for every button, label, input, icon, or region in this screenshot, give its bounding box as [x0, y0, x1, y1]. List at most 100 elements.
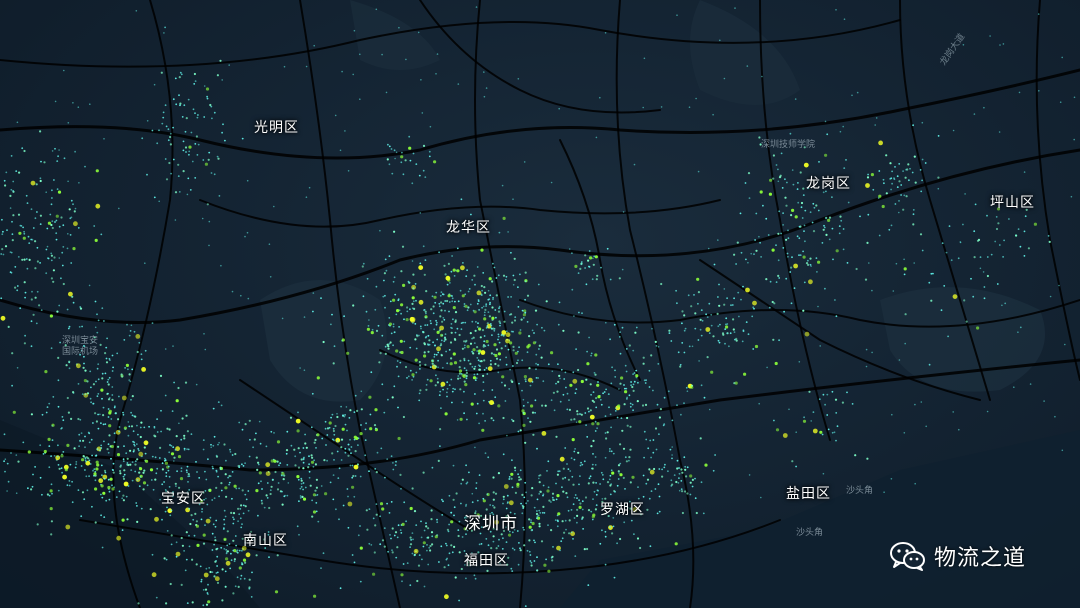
- density-point: [937, 135, 940, 137]
- density-point: [742, 330, 745, 333]
- density-point: [181, 544, 184, 547]
- density-point: [566, 463, 568, 465]
- density-point: [207, 600, 211, 604]
- density-point: [562, 467, 565, 470]
- density-point: [126, 518, 129, 521]
- district-label-futian[interactable]: 福田区: [464, 550, 509, 570]
- poi-label-shatoujiao-1[interactable]: 沙头角: [846, 486, 873, 497]
- density-point: [395, 151, 398, 154]
- density-point: [78, 182, 80, 184]
- density-point: [63, 157, 66, 160]
- density-point: [896, 175, 899, 178]
- density-point: [283, 65, 286, 68]
- density-point: [242, 558, 247, 562]
- density-point: [252, 446, 255, 449]
- density-point: [703, 396, 706, 399]
- density-point: [78, 326, 81, 328]
- density-point: [535, 512, 539, 516]
- density-point: [539, 512, 542, 514]
- density-point: [885, 192, 888, 195]
- district-label-nanshan[interactable]: 南山区: [243, 530, 288, 550]
- density-point: [586, 436, 589, 438]
- density-point: [689, 474, 693, 478]
- density-point: [819, 345, 821, 347]
- density-point: [579, 413, 581, 415]
- density-point: [293, 448, 296, 451]
- district-label-longgang[interactable]: 龙岗区: [806, 173, 851, 193]
- density-point: [388, 255, 391, 257]
- density-point: [409, 346, 412, 349]
- density-point: [95, 169, 99, 173]
- density-point: [614, 376, 617, 378]
- density-point: [658, 468, 661, 470]
- density-point: [16, 289, 19, 292]
- density-point: [148, 425, 151, 428]
- district-label-yantian[interactable]: 盐田区: [786, 483, 831, 503]
- density-point: [821, 242, 824, 244]
- density-point: [564, 447, 567, 449]
- density-point: [392, 325, 395, 328]
- density-point: [483, 286, 486, 289]
- density-point: [101, 546, 104, 549]
- density-point: [782, 433, 788, 438]
- density-point: [296, 475, 300, 479]
- density-point: [611, 471, 615, 475]
- city-label-shenzhen[interactable]: 深圳市: [464, 509, 518, 534]
- map-layer: [0, 0, 1080, 608]
- density-point: [533, 506, 536, 509]
- density-point: [422, 330, 424, 333]
- density-point: [471, 501, 474, 504]
- density-point: [56, 455, 59, 458]
- density-point: [116, 535, 122, 541]
- density-point: [419, 364, 422, 367]
- density-point: [748, 197, 751, 200]
- density-point: [609, 526, 611, 528]
- density-point: [156, 142, 159, 145]
- density-point: [803, 416, 805, 419]
- district-label-guangming[interactable]: 光明区: [254, 117, 299, 137]
- density-point: [2, 253, 5, 256]
- density-point: [1013, 386, 1015, 389]
- district-label-pingshan[interactable]: 坪山区: [990, 192, 1035, 212]
- density-point: [994, 240, 997, 243]
- density-point: [440, 309, 443, 312]
- density-point: [97, 363, 100, 366]
- poi-label-airport[interactable]: 深圳宝安 国际机场: [62, 336, 98, 358]
- density-point: [426, 536, 428, 539]
- density-point: [53, 179, 55, 181]
- district-label-longhua[interactable]: 龙华区: [446, 217, 491, 237]
- density-point: [39, 130, 42, 133]
- density-point: [619, 331, 621, 333]
- density-point: [322, 552, 325, 555]
- district-label-luohu[interactable]: 罗湖区: [600, 499, 645, 519]
- density-point: [790, 214, 793, 217]
- density-point: [349, 438, 351, 441]
- density-point: [664, 463, 666, 466]
- density-point: [268, 243, 271, 245]
- poi-label-tech-college[interactable]: 深圳技师学院: [761, 140, 815, 151]
- density-point: [308, 186, 311, 189]
- density-point: [403, 340, 406, 343]
- density-point: [393, 149, 396, 152]
- density-point: [384, 352, 387, 355]
- density-point: [433, 353, 436, 356]
- density-point: [402, 415, 405, 419]
- density-point: [802, 309, 805, 312]
- density-point: [50, 277, 54, 280]
- density-point: [597, 395, 601, 399]
- map-canvas[interactable]: 光明区 龙华区 龙岗区 坪山区 宝安区 南山区 福田区 罗湖区 盐田区 深圳市 …: [0, 0, 1080, 608]
- density-point: [107, 443, 110, 446]
- density-point: [406, 310, 409, 313]
- poi-label-shatoujiao-2[interactable]: 沙头角: [796, 528, 823, 539]
- density-point: [676, 467, 679, 470]
- density-point: [221, 599, 224, 602]
- density-point: [93, 472, 97, 476]
- density-point: [450, 511, 453, 514]
- density-point: [49, 489, 53, 493]
- density-point: [384, 294, 386, 297]
- density-point: [621, 429, 624, 432]
- district-label-baoan[interactable]: 宝安区: [161, 488, 206, 508]
- density-point: [583, 548, 586, 551]
- density-point: [351, 485, 355, 489]
- density-point: [434, 384, 437, 387]
